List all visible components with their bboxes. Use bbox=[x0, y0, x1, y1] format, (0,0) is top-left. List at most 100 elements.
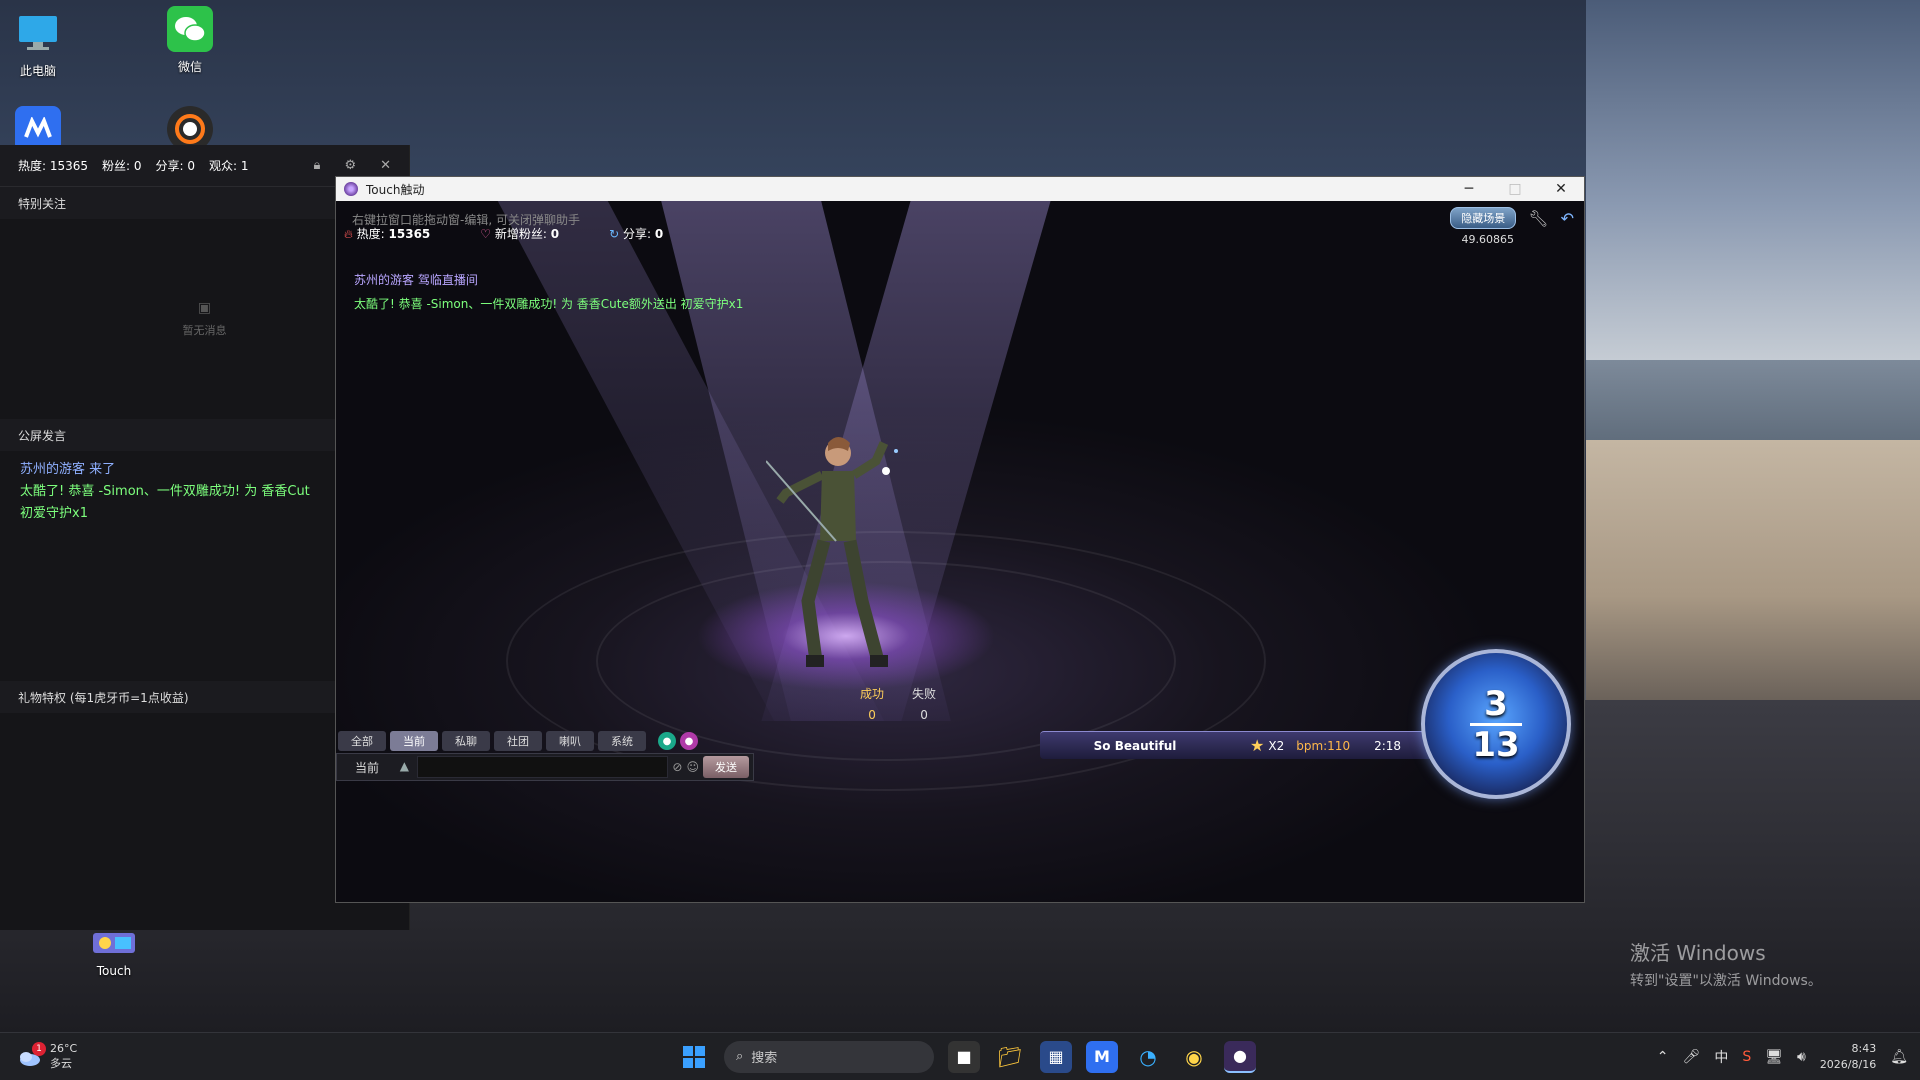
song-bpm: bpm:110 bbox=[1296, 738, 1351, 753]
fans-value: 0 bbox=[550, 227, 560, 241]
chat-message: 苏州的游客 来了 bbox=[20, 462, 116, 477]
tab-horn[interactable]: 喇叭 bbox=[546, 731, 594, 751]
weather-temp: 26°C bbox=[50, 1042, 78, 1055]
system-tray: ⌃ 🎤︎ 中 S 🖥︎ 🔊︎ 8:43 2026/8/16 🔔︎ bbox=[1657, 1041, 1908, 1073]
score-panel: 成功 0 失败 0 bbox=[860, 685, 936, 722]
close-icon[interactable]: ✕ bbox=[380, 158, 391, 173]
volume-icon[interactable]: 🔊︎ bbox=[1797, 1049, 1806, 1065]
edge-icon[interactable]: ◔ bbox=[1132, 1041, 1164, 1073]
windows-activation-watermark: 激活 Windows 转到"设置"以激活 Windows。 bbox=[1630, 937, 1822, 990]
window-titlebar: Touch触动 ─ □ ✕ bbox=[336, 177, 1584, 201]
file-explorer-icon[interactable]: 📁︎ bbox=[994, 1041, 1026, 1073]
chat-message-input[interactable] bbox=[417, 756, 669, 778]
chat-message: 太酷了! 恭喜 -Simon、一件双雕成功! 为 香香Cut bbox=[20, 484, 310, 499]
triangle-up-icon: ▲ bbox=[399, 758, 409, 773]
desktop-icon-touch[interactable]: Touch bbox=[76, 928, 152, 978]
desktop-sea bbox=[1586, 360, 1920, 450]
desktop-icon-wechat[interactable]: 微信 bbox=[152, 6, 228, 75]
touch-game-window: Touch触动 ─ □ ✕ 右键拉窗口能拖动窗-编辑, 可关闭弹聊助手 🔥︎ 热… bbox=[335, 176, 1585, 903]
success-label: 成功 bbox=[860, 687, 885, 701]
taskbar-search[interactable]: ⌕ 搜索 bbox=[724, 1040, 934, 1073]
taskbar-apps: ⌕ 搜索 ■ 📁︎ ▦ M ◔ ◉ ● bbox=[678, 1040, 1256, 1073]
star-icon: ★ bbox=[1250, 736, 1265, 755]
tab-system[interactable]: 系统 bbox=[598, 731, 646, 751]
channel-select[interactable]: 当前 ▲ bbox=[337, 759, 417, 776]
hide-scene-button[interactable]: 隐藏场景 bbox=[1450, 207, 1517, 229]
back-icon[interactable]: ↶ bbox=[1561, 209, 1574, 228]
chat-input-bar: 当前 ▲ ⊘ ☺ 发送 bbox=[336, 753, 754, 781]
emoji-icon[interactable]: ☺ bbox=[686, 760, 699, 774]
window-title: Touch触动 bbox=[366, 182, 425, 197]
windows-logo-icon bbox=[683, 1045, 705, 1068]
viewers-stat: 观众: 1 bbox=[209, 159, 249, 173]
chevron-up-icon[interactable]: ⌃ bbox=[1657, 1049, 1669, 1065]
block-icon[interactable]: ⊘ bbox=[672, 760, 682, 774]
activation-subtitle: 转到"设置"以激活 Windows。 bbox=[1630, 973, 1822, 989]
search-icon: ⌕ bbox=[736, 1049, 744, 1064]
multiplier-value: X2 bbox=[1268, 738, 1285, 753]
store-icon[interactable]: ▦ bbox=[1040, 1040, 1072, 1073]
desktop-icon-label: 微信 bbox=[177, 60, 202, 74]
maximize-button[interactable]: □ bbox=[1492, 177, 1538, 201]
tab-private[interactable]: 私聊 bbox=[442, 731, 490, 751]
lock-icon[interactable]: 🔒︎ bbox=[314, 158, 321, 173]
cloud-icon: 1 bbox=[16, 1041, 46, 1068]
network-icon[interactable]: 🖥︎ bbox=[1765, 1049, 1783, 1065]
system-message: 苏州的游客 驾临直播间 bbox=[354, 273, 478, 287]
stage-controls: 隐藏场景 🔧︎ ↶ bbox=[1450, 207, 1574, 229]
fans-stat: 粉丝: 0 bbox=[102, 159, 142, 173]
song-info-bar: So Beautiful ★ X2 bpm:110 2:18 bbox=[1040, 731, 1460, 759]
share-hud: ↻ 分享: 0 bbox=[609, 225, 663, 242]
chrome-icon[interactable]: ◉ bbox=[1178, 1041, 1210, 1073]
task-view-icon[interactable]: ■ bbox=[948, 1040, 980, 1073]
sogou-icon[interactable]: S bbox=[1742, 1049, 1751, 1065]
weather-desc: 多云 bbox=[50, 1057, 72, 1070]
chat-message: 初爱守护x1 bbox=[20, 506, 88, 521]
fans-hud: ♡ 新增粉丝: 0 bbox=[480, 225, 559, 242]
chat-tab-bar: 全部 当前 私聊 社团 喇叭 系统 ● ● bbox=[338, 731, 698, 751]
microphone-icon[interactable]: 🎤︎ bbox=[1683, 1049, 1701, 1065]
success-value: 0 bbox=[868, 708, 876, 722]
tab-all[interactable]: 全部 bbox=[338, 731, 386, 751]
fail-value: 0 bbox=[920, 708, 928, 722]
channel-green-icon[interactable]: ● bbox=[658, 732, 676, 750]
success-score: 成功 0 bbox=[860, 685, 884, 722]
share-label: 分享: bbox=[622, 227, 652, 241]
fans-label: 新增粉丝: bbox=[494, 227, 547, 241]
desktop-icon-this-pc[interactable]: 此电脑 bbox=[0, 10, 76, 79]
gift-privilege-title: 礼物特权 (每1虎牙币=1点收益) bbox=[18, 690, 189, 705]
touch-app-icon bbox=[344, 182, 358, 196]
tab-current[interactable]: 当前 bbox=[390, 731, 438, 751]
window-close-button[interactable]: ✕ bbox=[1538, 177, 1584, 201]
wrench-icon[interactable]: 🔧︎ bbox=[1528, 209, 1548, 228]
weather-widget[interactable]: 1 26°C 多云 bbox=[16, 1041, 78, 1071]
touch-taskbar-icon[interactable]: ● bbox=[1224, 1040, 1256, 1073]
share-value: 0 bbox=[654, 227, 664, 241]
notification-icon[interactable]: 🔔︎ bbox=[1890, 1049, 1908, 1065]
clock-date: 2026/8/16 bbox=[1819, 1057, 1877, 1071]
heat-hud: 🔥︎ 热度: 15365 bbox=[344, 225, 430, 242]
channel-pink-icon[interactable]: ● bbox=[680, 732, 698, 750]
multiplier: ★ X2 bbox=[1250, 736, 1284, 755]
touch-game-icon bbox=[91, 928, 137, 958]
taskbar: 1 26°C 多云 ⌕ 搜索 ■ 📁︎ ▦ M ◔ ◉ ● ⌃ 🎤︎ 中 S 🖥… bbox=[0, 1032, 1920, 1080]
channel-label: 当前 bbox=[355, 760, 380, 775]
heart-icon: ♡ bbox=[480, 227, 492, 241]
heat-stat: 热度: 15365 bbox=[18, 159, 89, 173]
minimize-button[interactable]: ─ bbox=[1446, 177, 1492, 201]
start-button[interactable] bbox=[678, 1041, 710, 1073]
meitu-taskbar-icon[interactable]: M bbox=[1086, 1040, 1118, 1073]
fail-label: 失败 bbox=[912, 687, 937, 701]
send-button[interactable]: 发送 bbox=[703, 756, 749, 778]
settings-icon[interactable]: ⚙ bbox=[344, 158, 356, 173]
search-placeholder: 搜索 bbox=[751, 1051, 778, 1066]
level-total: 13 bbox=[1472, 724, 1520, 765]
heat-label: 热度: bbox=[356, 227, 385, 241]
taskbar-clock[interactable]: 8:43 2026/8/16 bbox=[1820, 1041, 1876, 1073]
share-icon: ↻ bbox=[609, 227, 620, 241]
tab-club[interactable]: 社团 bbox=[494, 731, 542, 751]
input-method-icon[interactable]: 中 bbox=[1714, 1047, 1728, 1067]
desktop-icon-label: 此电脑 bbox=[19, 64, 56, 78]
system-message: 太酷了! 恭喜 -Simon、一件双雕成功! 为 香香Cute额外送出 初爱守护… bbox=[354, 297, 744, 311]
computer-icon bbox=[15, 10, 61, 56]
